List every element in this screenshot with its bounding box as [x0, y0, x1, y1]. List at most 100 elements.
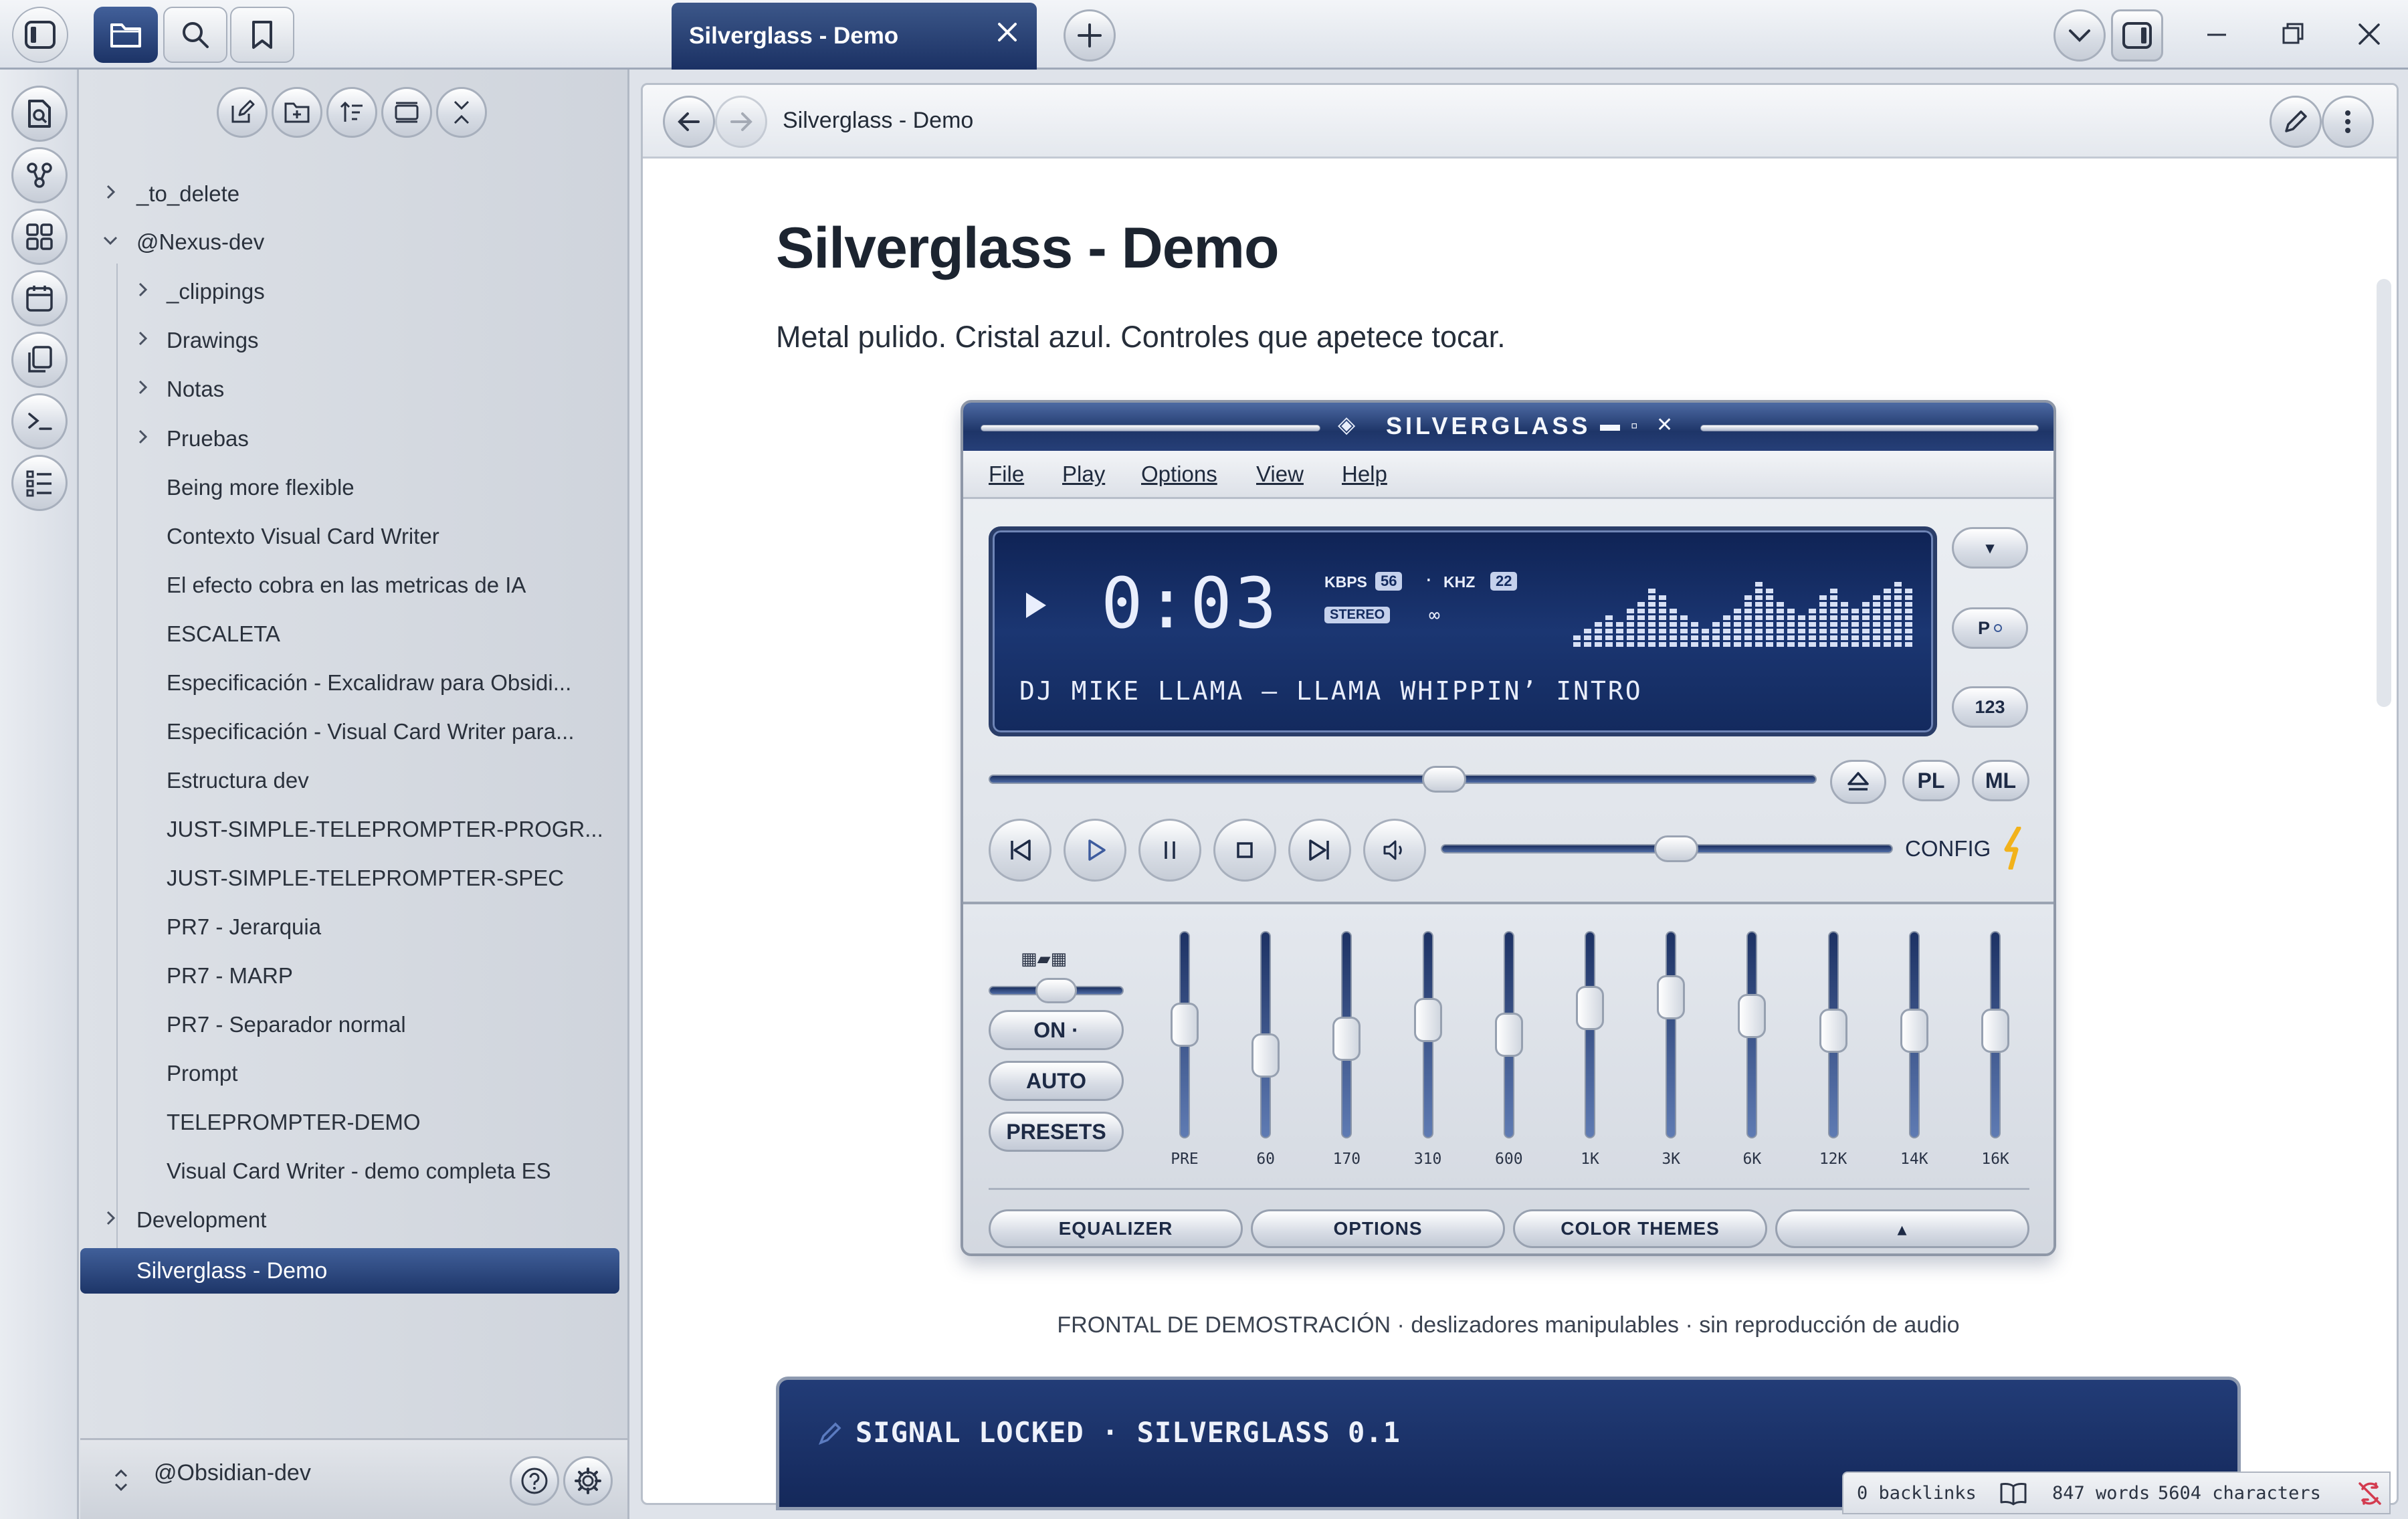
eq-band-thumb[interactable] — [1738, 994, 1767, 1039]
terminal-icon[interactable] — [11, 393, 68, 449]
reading-mode-book-icon[interactable] — [1999, 1481, 2028, 1506]
eq-band-thumb[interactable] — [1657, 975, 1686, 1020]
restore-icon[interactable] — [2274, 20, 2312, 48]
chevron-right-icon[interactable] — [134, 330, 151, 347]
backlinks-count[interactable]: 0 backlinks — [1857, 1483, 1977, 1504]
tree-file[interactable]: Especificación - Visual Card Writer para… — [167, 712, 575, 752]
chevron-right-icon[interactable] — [134, 281, 151, 298]
eq-band-thumb[interactable] — [1981, 1008, 2009, 1053]
more-options-icon[interactable] — [2322, 96, 2374, 148]
tab-equalizer[interactable]: EQUALIZER — [989, 1209, 1243, 1248]
play-icon[interactable] — [1064, 819, 1126, 882]
eq-band-thumb[interactable] — [1332, 1017, 1361, 1061]
lightning-icon[interactable] — [2001, 827, 2028, 870]
help-icon[interactable] — [510, 1456, 559, 1506]
tree-file[interactable]: El efecto cobra en las metricas de IA — [167, 565, 526, 605]
sort-order-icon[interactable] — [326, 87, 377, 138]
close-window-icon[interactable] — [2350, 17, 2388, 51]
tree-folder-pruebas[interactable]: Pruebas — [167, 419, 249, 459]
tree-file[interactable]: Estructura dev — [167, 761, 309, 801]
tree-file[interactable]: Prompt — [167, 1053, 237, 1094]
media-library-button[interactable]: ML — [1972, 760, 2029, 801]
outline-list-icon[interactable] — [11, 455, 68, 511]
tree-file[interactable]: PR7 - Jerarquia — [167, 907, 321, 947]
close-tab-icon[interactable] — [995, 20, 1019, 44]
tab-silverglass-demo[interactable]: Silverglass - Demo — [672, 3, 1037, 70]
new-note-icon[interactable] — [217, 87, 268, 138]
menu-play[interactable]: Play — [1062, 462, 1105, 487]
p-mode-pill[interactable]: P — [1952, 607, 2028, 649]
copy-pages-icon[interactable] — [11, 332, 68, 388]
search-icon[interactable] — [163, 7, 227, 63]
menu-view[interactable]: View — [1256, 462, 1304, 487]
chevron-down-icon[interactable] — [102, 231, 119, 249]
calendar-icon[interactable] — [11, 270, 68, 326]
new-folder-icon[interactable] — [272, 87, 322, 138]
menu-help[interactable]: Help — [1342, 462, 1387, 487]
player-close-icon[interactable]: ✕ — [1656, 413, 1673, 437]
player-shade-icon[interactable]: ▬ — [1600, 413, 1620, 436]
pause-icon[interactable] — [1138, 819, 1201, 882]
new-tab-icon[interactable] — [1064, 9, 1116, 62]
tab-options[interactable]: OPTIONS — [1251, 1209, 1505, 1248]
back-arrow-icon[interactable] — [663, 96, 715, 148]
eq-band-thumb[interactable] — [1900, 1008, 1928, 1053]
forward-arrow-icon[interactable] — [715, 96, 767, 148]
tree-file[interactable]: JUST-SIMPLE-TELEPROMPTER-SPEC — [167, 858, 564, 898]
bookmark-icon[interactable] — [230, 7, 294, 63]
number-mode-pill[interactable]: 123 — [1952, 686, 2028, 728]
tree-folder-development[interactable]: Development — [136, 1200, 266, 1240]
files-tab-icon[interactable] — [94, 7, 158, 63]
eq-band-thumb[interactable] — [1171, 1002, 1199, 1047]
tree-folder-nexus-dev[interactable]: @Nexus-dev — [136, 222, 264, 262]
eq-on-button[interactable]: ON · — [989, 1010, 1124, 1050]
tree-file[interactable]: TELEPROMPTER-DEMO — [167, 1102, 421, 1142]
right-sidebar-toggle-icon[interactable] — [2111, 9, 2163, 62]
auto-reveal-icon[interactable] — [381, 87, 432, 138]
player-minimize-icon[interactable]: ▫ — [1631, 415, 1638, 437]
graph-view-icon[interactable] — [11, 147, 68, 203]
eq-band-thumb[interactable] — [1251, 1033, 1280, 1078]
next-icon[interactable] — [1288, 819, 1351, 882]
eq-mode-icons[interactable]: ▦▰▦ — [1021, 948, 1067, 969]
sidebar-toggle-icon[interactable] — [12, 7, 68, 63]
eq-band-track[interactable] — [1666, 931, 1677, 1138]
menu-file[interactable]: File — [989, 462, 1024, 487]
minimize-icon[interactable] — [2198, 20, 2235, 47]
menu-options[interactable]: Options — [1141, 462, 1217, 487]
tree-folder-to-delete[interactable]: _to_delete — [136, 174, 239, 214]
playlist-button[interactable]: PL — [1902, 760, 1960, 801]
tree-file-active[interactable]: Silverglass - Demo — [80, 1248, 619, 1294]
eq-band-thumb[interactable] — [1413, 998, 1442, 1043]
vault-name[interactable]: @Obsidian-dev — [154, 1460, 311, 1486]
chevron-right-icon[interactable] — [102, 183, 119, 201]
settings-gear-icon[interactable] — [563, 1456, 613, 1506]
eject-icon[interactable] — [1830, 760, 1886, 804]
volume-thumb[interactable] — [1653, 835, 1698, 862]
tab-list-chevron-icon[interactable] — [2053, 9, 2106, 62]
tree-folder-clippings[interactable]: _clippings — [167, 272, 265, 312]
eq-band-track[interactable] — [1585, 931, 1595, 1138]
scrollbar-thumb[interactable] — [2377, 279, 2391, 707]
eq-band-thumb[interactable] — [1819, 1008, 1847, 1053]
tree-file[interactable]: Being more flexible — [167, 468, 355, 508]
edit-pencil-icon[interactable] — [2270, 96, 2322, 148]
dropdown-pill[interactable]: ▾ — [1952, 527, 2028, 569]
eq-presets-button[interactable]: PRESETS — [989, 1112, 1124, 1152]
canvas-icon[interactable] — [11, 209, 68, 265]
open-quick-switcher-icon[interactable] — [11, 86, 68, 142]
seek-thumb[interactable] — [1421, 766, 1466, 793]
previous-icon[interactable] — [989, 819, 1051, 882]
chevron-right-icon[interactable] — [102, 1209, 119, 1227]
tree-file[interactable]: Visual Card Writer - demo completa ES — [167, 1151, 551, 1191]
tree-file[interactable]: JUST-SIMPLE-TELEPROMPTER-PROGR... — [167, 809, 603, 849]
volume-icon[interactable] — [1363, 819, 1426, 882]
tree-file[interactable]: PR7 - Separador normal — [167, 1005, 406, 1045]
seek-track[interactable] — [989, 775, 1817, 784]
collapse-all-icon[interactable] — [436, 87, 487, 138]
tree-folder-notas[interactable]: Notas — [167, 369, 224, 409]
tab-color-themes[interactable]: COLOR THEMES — [1513, 1209, 1767, 1248]
tree-folder-drawings[interactable]: Drawings — [167, 320, 259, 361]
chevron-updown-icon[interactable] — [112, 1467, 130, 1494]
config-label[interactable]: CONFIG — [1905, 836, 1991, 862]
